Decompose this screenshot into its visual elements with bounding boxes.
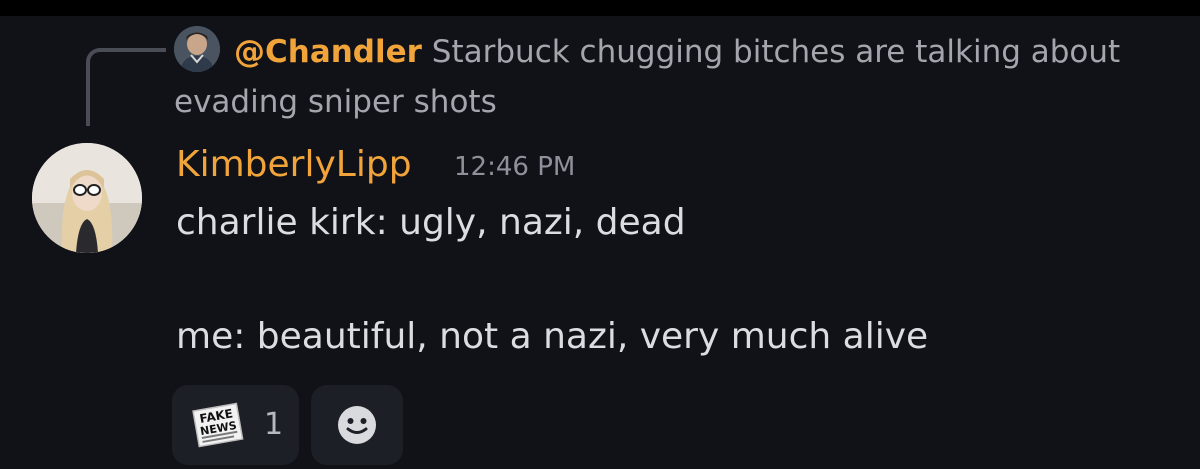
author-avatar[interactable] (32, 143, 142, 253)
reply-author-name[interactable]: @Chandler (234, 34, 422, 70)
smiley-face-icon (335, 403, 379, 447)
author-username[interactable]: KimberlyLipp (176, 143, 412, 187)
reaction-count: 1 (264, 407, 284, 442)
message-timestamp: 12:46 PM (454, 152, 576, 182)
reply-connector-line (86, 48, 166, 126)
message-line: charlie kirk: ugly, nazi, dead (176, 202, 686, 243)
message-content: charlie kirk: ugly, nazi, dead me: beaut… (176, 198, 1156, 362)
reply-preview[interactable]: @Chandler Starbuck chugging bitches are … (174, 27, 1174, 127)
fake-news-stamp-icon: FAKE NEWS (188, 401, 248, 451)
message-line: me: beautiful, not a nazi, very much ali… (176, 316, 929, 357)
add-reaction-button[interactable] (311, 385, 403, 465)
top-edge-strip (0, 0, 1200, 16)
